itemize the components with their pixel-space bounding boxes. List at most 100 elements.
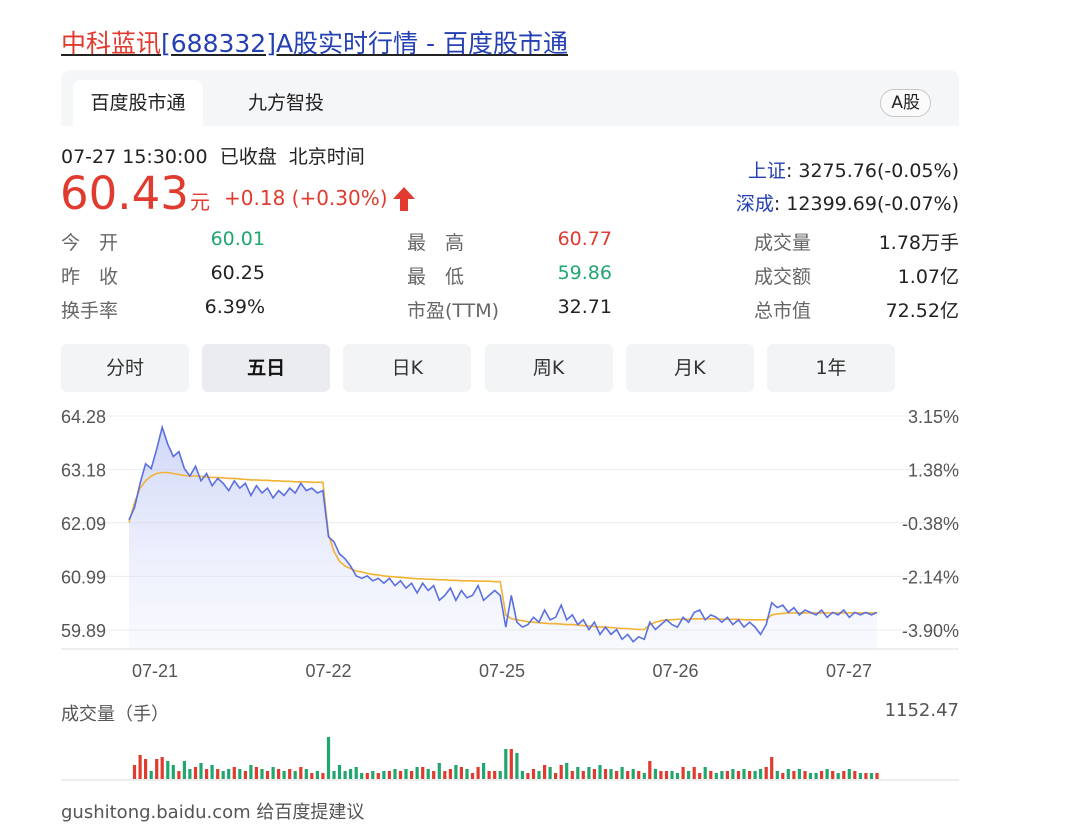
volume-bar <box>227 769 231 779</box>
page-title-link[interactable]: 中科蓝讯[688332]A股实时行情 - 百度股市通 <box>61 24 568 60</box>
volume-bar <box>182 761 186 779</box>
volume-bar <box>509 749 513 779</box>
volume-bar <box>703 767 707 779</box>
y-tick-label: 63.18 <box>61 461 106 481</box>
volume-bar <box>310 773 314 779</box>
volume-bar <box>459 767 463 779</box>
volume-bar <box>615 771 619 779</box>
x-tick-label: 07-27 <box>826 661 872 681</box>
volume-bar <box>775 771 779 779</box>
volume-bar <box>653 769 657 779</box>
volume-bar <box>770 757 774 779</box>
volume-bar <box>836 773 840 779</box>
period-button[interactable]: 分时 <box>61 344 189 392</box>
y-tick-label: 62.09 <box>61 514 106 534</box>
volume-bar <box>670 771 674 779</box>
period-button[interactable]: 日K <box>343 344 472 392</box>
volume-bar <box>387 771 391 779</box>
volume-bar <box>482 763 486 779</box>
stat-label: 换手率 <box>61 300 119 322</box>
period-button[interactable]: 月K <box>625 344 754 392</box>
stat-value: 72.52亿 <box>885 300 959 322</box>
volume-bar <box>725 771 729 779</box>
volume-bar <box>421 767 425 779</box>
tab-jiufang-zhitou[interactable]: 九方智投 <box>221 80 351 126</box>
volume-bar <box>232 767 236 779</box>
quote-timezone: 北京时间 <box>288 146 365 168</box>
volume-bar <box>132 765 137 779</box>
volume-bar <box>858 773 862 779</box>
volume-bar <box>565 763 569 779</box>
volume-bar <box>238 769 242 779</box>
volume-bar <box>254 767 258 779</box>
volume-bar <box>216 769 220 779</box>
volume-bar <box>321 773 325 779</box>
volume-bar <box>753 771 757 779</box>
volume-bar <box>293 771 297 779</box>
index-shenzhen[interactable]: 深成: 12399.69(-0.07%) <box>736 189 959 216</box>
stat-value: 6.39% <box>204 296 265 318</box>
volume-bar <box>543 765 547 779</box>
volume-bar <box>642 773 646 779</box>
volume-bar <box>620 767 624 779</box>
volume-bar <box>664 771 669 779</box>
stat-label: 昨 收 <box>61 266 119 288</box>
volume-bar <box>160 757 164 779</box>
volume-bar <box>659 771 663 779</box>
volume-bar <box>548 767 552 779</box>
volume-bar <box>687 771 691 779</box>
volume-bar <box>343 771 347 779</box>
volume-bar <box>648 761 652 779</box>
volume-bar <box>698 773 702 779</box>
index-shanghai-name: 上证 <box>747 160 786 182</box>
volume-bar <box>814 773 818 779</box>
volume-bar <box>210 765 214 779</box>
current-price: 60.43 <box>60 167 189 220</box>
x-tick-label: 07-21 <box>132 661 178 681</box>
volume-bar <box>748 771 752 779</box>
x-tick-label: 07-25 <box>479 661 525 681</box>
volume-bar <box>554 773 558 779</box>
volume-bar <box>742 769 746 779</box>
index-shanghai[interactable]: 上证: 3275.76(-0.05%) <box>748 156 959 183</box>
volume-bar <box>304 769 308 779</box>
period-button[interactable]: 周K <box>484 344 613 392</box>
period-button[interactable]: 五日 <box>202 344 331 392</box>
volume-bar <box>454 765 458 779</box>
volume-bar <box>831 771 835 779</box>
volume-bar <box>443 771 447 779</box>
stat-value: 60.77 <box>557 228 612 250</box>
stat-label: 总市值 <box>754 300 812 322</box>
tab-baidu-gushitong[interactable]: 百度股市通 <box>73 80 203 126</box>
volume-bar <box>581 771 585 779</box>
volume-bar <box>376 773 380 779</box>
volume-bar <box>736 771 741 779</box>
market-badge[interactable]: A股 <box>880 89 931 117</box>
volume-bar <box>498 771 502 779</box>
quote-timestamp: 07-27 15:30:00 <box>61 146 208 168</box>
y-tick-label: 59.89 <box>61 621 106 641</box>
volume-bar <box>803 771 807 779</box>
stat-label: 今 开 <box>61 232 119 254</box>
volume-bar <box>221 771 225 779</box>
footer-links[interactable]: gushitong.baidu.com 给百度提建议 <box>61 798 364 824</box>
quote-status: 已收盘 <box>219 146 277 168</box>
volume-bar <box>875 773 879 779</box>
volume-bar <box>249 765 253 779</box>
volume-bar <box>299 767 303 779</box>
volume-bar <box>404 769 408 779</box>
volume-bar <box>260 769 264 779</box>
volume-bar <box>559 765 563 779</box>
volume-bar <box>487 771 491 779</box>
volume-bar <box>759 769 763 779</box>
price-unit: 元 <box>190 190 210 214</box>
volume-bar <box>515 753 519 779</box>
volume-bar <box>864 773 868 779</box>
volume-bar <box>144 759 148 779</box>
volume-bar <box>598 765 602 779</box>
period-button[interactable]: 1年 <box>767 344 895 392</box>
volume-bar <box>792 771 796 779</box>
volume-bar <box>504 749 508 779</box>
volume-bar <box>193 767 198 779</box>
volume-bar <box>637 771 641 779</box>
